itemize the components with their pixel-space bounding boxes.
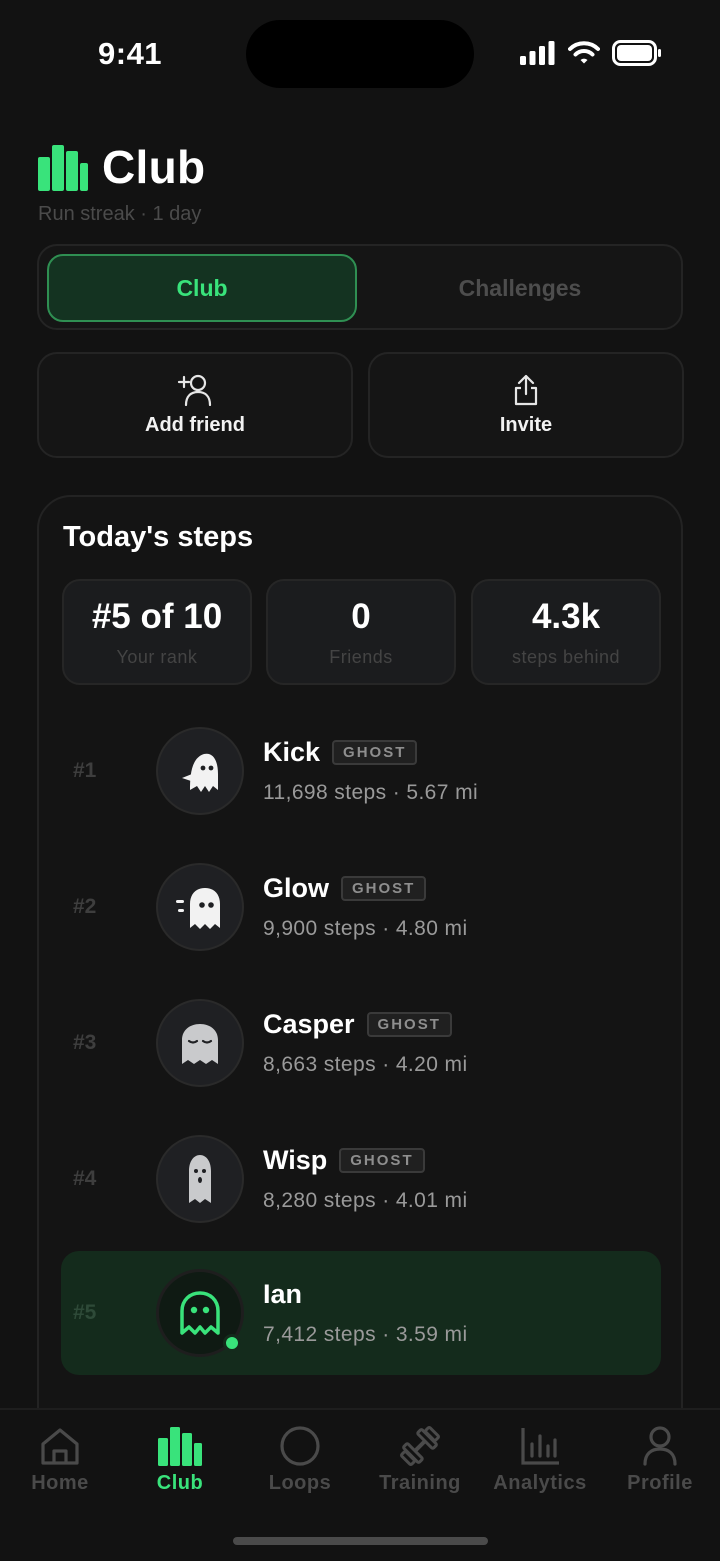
nav-profile[interactable]: Profile (600, 1426, 720, 1495)
name-line: Ian (263, 1279, 302, 1310)
ghost-dash-icon (176, 888, 220, 929)
wifi-icon (568, 41, 600, 64)
tab-challenges[interactable]: Challenges (365, 254, 675, 322)
stat-value: 4.3k (531, 596, 601, 636)
page-header: Club (38, 140, 205, 194)
run-streak-subtitle: Run streak · 1 day (38, 203, 202, 225)
online-status-dot (223, 1334, 241, 1352)
avatar (156, 999, 244, 1087)
stat-value: 0 (351, 596, 371, 636)
battery-icon (612, 40, 661, 66)
status-time: 9:41 (98, 36, 163, 71)
segmented-control: Club Challenges (37, 244, 683, 330)
member-steps: 8,280 steps · 4.01 mi (263, 1189, 468, 1212)
nav-label: Home (31, 1472, 89, 1494)
avatar (156, 727, 244, 815)
nav-loops[interactable]: Loops (240, 1426, 360, 1495)
ghost-kick-icon (182, 753, 218, 792)
rank-label: #1 (73, 759, 97, 782)
name-line: Glow GHOST (263, 873, 427, 904)
add-friend-button[interactable]: Add friend (37, 352, 353, 458)
member-steps: 9,900 steps · 4.80 mi (263, 917, 468, 940)
add-user-icon (177, 374, 212, 406)
leaderboard-row[interactable]: #1 Kick GHOST 11,698 steps · 5.67 mi (61, 709, 661, 833)
leaderboard-row-current-user[interactable]: #5 Ian 7,412 steps · 3.59 mi (61, 1251, 661, 1375)
page-title: Club (102, 141, 206, 193)
member-name: Ian (263, 1279, 303, 1309)
status-icons (520, 40, 662, 66)
ghost-badge: GHOST (339, 1148, 425, 1173)
member-steps: 8,663 steps · 4.20 mi (263, 1053, 468, 1076)
circle-icon (280, 1426, 320, 1466)
todays-steps-card: Today's steps #5 of 10 Your rank 0 Frien… (37, 495, 683, 1455)
avatar (156, 1269, 244, 1357)
member-steps: 11,698 steps · 5.67 mi (263, 781, 479, 804)
ghost-badge: GHOST (341, 876, 427, 901)
ghost-sleepy-icon (182, 1024, 218, 1064)
member-name: Kick (263, 737, 321, 767)
leaderboard-row[interactable]: #3 Casper GHOST 8,663 steps · 4.20 mi (61, 981, 661, 1105)
analytics-icon (521, 1428, 559, 1465)
stat-friends: 0 Friends (266, 579, 456, 685)
name-line: Wisp GHOST (263, 1145, 425, 1176)
status-bar: 9:41 (0, 0, 720, 110)
invite-button[interactable]: Invite (368, 352, 684, 458)
rank-label: #5 (73, 1301, 97, 1324)
rank-label: #2 (73, 895, 97, 918)
invite-label: Invite (499, 413, 553, 436)
tab-club[interactable]: Club (47, 254, 357, 322)
add-friend-label: Add friend (145, 413, 245, 436)
dynamic-island (246, 20, 474, 88)
stat-label: Your rank (116, 646, 198, 667)
member-name: Glow (263, 873, 329, 903)
nav-label: Profile (627, 1472, 693, 1494)
leaderboard-row[interactable]: #4 Wisp GHOST 8,280 steps · 4.01 mi (61, 1117, 661, 1241)
dumbbell-icon (400, 1426, 440, 1466)
name-line: Casper GHOST (263, 1009, 452, 1040)
stat-label: steps behind (511, 646, 621, 667)
home-indicator[interactable] (233, 1537, 488, 1545)
ghost-outline-icon (180, 1291, 220, 1335)
nav-home[interactable]: Home (0, 1426, 120, 1495)
ghost-badge: GHOST (332, 740, 418, 765)
ghost-wisp-icon (189, 1155, 211, 1203)
bar-chart-icon (158, 1427, 202, 1466)
stat-label: Friends (329, 646, 393, 667)
card-title: Today's steps (63, 521, 254, 553)
name-line: Kick GHOST (263, 737, 418, 768)
nav-label: Club (156, 1472, 204, 1494)
signal-icon (520, 41, 555, 65)
member-name: Casper (263, 1009, 355, 1039)
nav-label: Analytics (493, 1472, 587, 1494)
ghost-badge: GHOST (366, 1012, 452, 1037)
stat-value: #5 of 10 (91, 596, 223, 636)
share-icon (514, 374, 538, 405)
nav-label: Training (379, 1472, 461, 1494)
user-icon (643, 1426, 677, 1466)
stat-steps-behind: 4.3k steps behind (471, 579, 661, 685)
rank-label: #3 (73, 1031, 97, 1054)
home-icon (41, 1428, 79, 1465)
avatar (156, 1135, 244, 1223)
nav-club[interactable]: Club (120, 1426, 240, 1495)
nav-label: Loops (268, 1472, 332, 1494)
member-steps: 7,412 steps · 3.59 mi (263, 1323, 468, 1346)
bar-chart-icon (38, 145, 88, 191)
nav-training[interactable]: Training (360, 1426, 480, 1495)
member-name: Wisp (263, 1145, 328, 1175)
avatar (156, 863, 244, 951)
nav-analytics[interactable]: Analytics (480, 1426, 600, 1495)
stat-rank: #5 of 10 Your rank (62, 579, 252, 685)
leaderboard-row[interactable]: #2 Glow GHOST 9,900 steps · 4.80 mi (61, 845, 661, 969)
rank-label: #4 (73, 1167, 97, 1190)
